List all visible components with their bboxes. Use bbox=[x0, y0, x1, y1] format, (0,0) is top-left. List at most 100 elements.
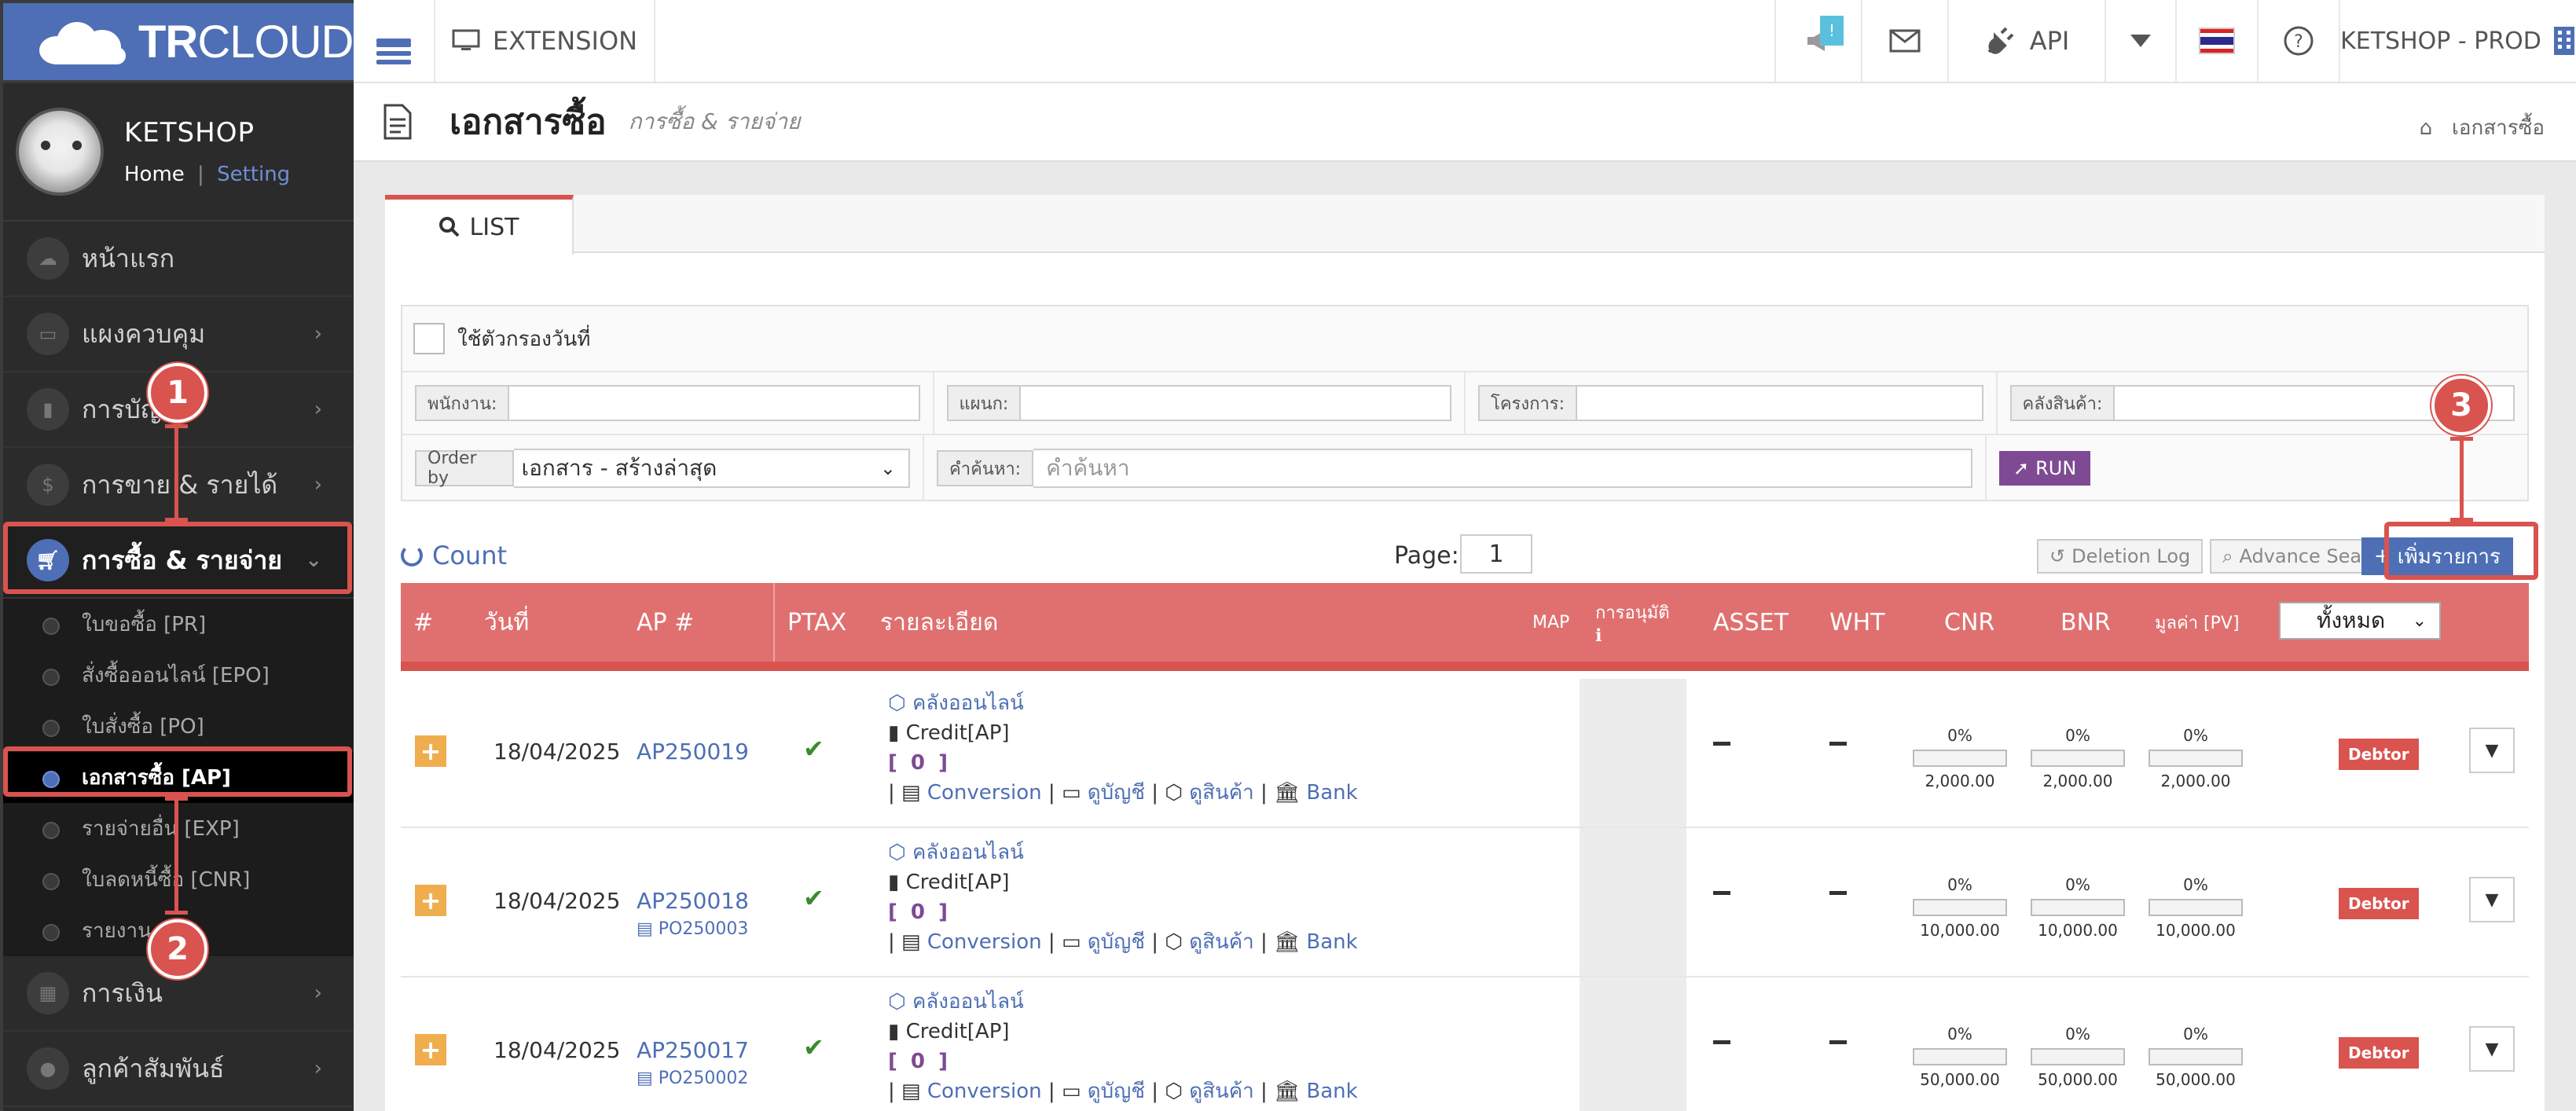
search-input[interactable]: คำค้นหา bbox=[1033, 449, 1972, 488]
warehouse-link[interactable]: คลังออนไลน์ bbox=[912, 691, 1024, 715]
run-button[interactable]: ➚ RUN bbox=[1999, 451, 2091, 486]
cube-icon: ⬡ bbox=[888, 990, 912, 1014]
company-selector[interactable]: KETSHOP - PROD bbox=[2340, 0, 2576, 82]
row-action-dropdown[interactable]: ▼ bbox=[2469, 728, 2515, 773]
expand-row-button[interactable]: + bbox=[415, 885, 446, 916]
status-filter-select[interactable]: ทั้งหมด ⌄ bbox=[2279, 602, 2441, 640]
cnr-progress: 0% 2,000.00 bbox=[1913, 726, 2007, 790]
table-row[interactable]: +18/04/2025 AP250019 ✔ ⬡ คลังออนไลน์ ▮ Credi… bbox=[401, 679, 2529, 828]
book-icon: ▮ bbox=[888, 871, 906, 894]
sidebar-toggle-button[interactable] bbox=[354, 0, 435, 82]
warehouse-link[interactable]: คลังออนไลน์ bbox=[912, 841, 1024, 864]
bank-link[interactable]: Bank bbox=[1306, 930, 1357, 954]
date-filter-checkbox[interactable] bbox=[413, 323, 445, 354]
pv-progress: 0% 10,000.00 bbox=[2149, 875, 2243, 940]
warehouse-link[interactable]: คลังออนไลน์ bbox=[912, 990, 1024, 1014]
pv-percent: 0% bbox=[2183, 1025, 2208, 1043]
submenu-item-ap[interactable]: เอกสารซื้อ [AP] bbox=[3, 752, 354, 803]
po-reference-link[interactable]: ▤ PO250002 bbox=[637, 1069, 748, 1088]
view-account-link[interactable]: ดูบัญชี bbox=[1088, 1080, 1145, 1103]
document-icon: ▤ bbox=[637, 919, 659, 939]
sidebar-item-home[interactable]: ☁ หน้าแรก bbox=[3, 222, 354, 297]
header-date[interactable]: วันที่ bbox=[484, 583, 529, 662]
sidebar-item-crm[interactable]: ● ลูกค้าสัมพันธ์ › bbox=[3, 1032, 354, 1107]
ap-number-link[interactable]: AP250019 bbox=[637, 739, 749, 764]
search-icon bbox=[439, 217, 459, 237]
calendar-icon: ▦ bbox=[27, 972, 69, 1014]
ap-number-link[interactable]: AP250017 bbox=[637, 1037, 749, 1063]
count-button[interactable]: Count bbox=[401, 541, 507, 570]
info-icon: ℹ bbox=[1595, 626, 1602, 646]
header-ap-number[interactable]: AP # bbox=[637, 583, 694, 662]
view-account-link[interactable]: ดูบัญชี bbox=[1088, 781, 1145, 805]
submenu-item-pr[interactable]: ใบขอซื้อ [PR] bbox=[3, 599, 354, 650]
conversion-link[interactable]: Conversion bbox=[927, 930, 1042, 954]
tab-list[interactable]: LIST bbox=[385, 195, 574, 255]
table-row[interactable]: +18/04/2025 AP250017 ▤ PO250002 ✔ ⬡ คลังออนไ… bbox=[401, 977, 2529, 1111]
submenu-item-epo[interactable]: สั่งซื้อออนไลน์ [EPO] bbox=[3, 650, 354, 701]
sidebar-item-label: ลูกค้าสัมพันธ์ bbox=[82, 1053, 225, 1084]
sidebar-item-dashboard[interactable]: ▭ แผงควบคุม › bbox=[3, 297, 354, 372]
document-icon: ▤ bbox=[637, 1069, 659, 1088]
header-wht: WHT bbox=[1829, 608, 1885, 636]
api-button[interactable]: API bbox=[1949, 0, 2106, 82]
mail-button[interactable] bbox=[1862, 0, 1949, 82]
bank-link[interactable]: Bank bbox=[1306, 781, 1357, 805]
hamburger-icon bbox=[376, 38, 411, 64]
po-reference-link[interactable]: ▤ PO250003 bbox=[637, 919, 748, 939]
conversion-link[interactable]: Conversion bbox=[927, 1080, 1042, 1103]
status-badge: Debtor bbox=[2339, 888, 2419, 919]
announcement-button[interactable]: ! bbox=[1776, 0, 1862, 82]
employee-input[interactable] bbox=[509, 385, 920, 421]
cnr-percent: 0% bbox=[1947, 875, 1972, 894]
conversion-link[interactable]: Conversion bbox=[927, 781, 1042, 805]
view-product-link[interactable]: ดูสินค้า bbox=[1189, 930, 1254, 954]
home-link[interactable]: Home bbox=[124, 163, 185, 186]
view-account-link[interactable]: ดูบัญชี bbox=[1088, 930, 1145, 954]
home-icon[interactable]: ⌂ bbox=[2420, 116, 2433, 140]
add-item-button[interactable]: + เพิ่มรายการ bbox=[2361, 537, 2513, 575]
setting-link[interactable]: Setting bbox=[217, 163, 290, 186]
sidebar-item-label: การขาย & รายได้ bbox=[82, 469, 278, 500]
sidebar-item-label: หน้าแรก bbox=[82, 243, 175, 273]
project-input[interactable] bbox=[1577, 385, 1983, 421]
expand-row-button[interactable]: + bbox=[415, 1034, 446, 1065]
api-label: API bbox=[2029, 26, 2070, 56]
order-by-select[interactable]: เอกสาร - สร้างล่าสุด ⌄ bbox=[513, 449, 910, 488]
row-date: 18/04/2025 bbox=[494, 1037, 621, 1063]
chevron-down-icon: ⌄ bbox=[305, 548, 322, 572]
pv-amount: 10,000.00 bbox=[2156, 921, 2236, 940]
department-input[interactable] bbox=[1021, 385, 1451, 421]
submenu-item-po[interactable]: ใบสั่งซื้อ [PO] bbox=[3, 701, 354, 752]
view-product-link[interactable]: ดูสินค้า bbox=[1189, 781, 1254, 805]
ap-number-link[interactable]: AP250018 bbox=[637, 888, 749, 914]
bank-link[interactable]: Bank bbox=[1306, 1080, 1357, 1103]
tab-label: LIST bbox=[469, 213, 519, 241]
avatar[interactable] bbox=[16, 108, 104, 196]
sidebar-item-label: การเงิน bbox=[82, 977, 163, 1008]
extension-button[interactable]: EXTENSION bbox=[435, 0, 655, 82]
date-filter-label: ใช้ตัวกรองวันที่ bbox=[457, 327, 591, 351]
submenu-item-cnr[interactable]: ใบลดหนี้ซื้อ [CNR] bbox=[3, 854, 354, 905]
monitor-icon: ▭ bbox=[1061, 1080, 1081, 1103]
users-icon: ● bbox=[27, 1047, 69, 1090]
language-button[interactable] bbox=[2177, 0, 2259, 82]
trcloud-logo[interactable]: TRCLOUD bbox=[0, 0, 354, 83]
page-input[interactable]: 1 bbox=[1460, 534, 1532, 574]
row-action-dropdown[interactable]: ▼ bbox=[2469, 1026, 2515, 1072]
sidebar-item-sales[interactable]: $ การขาย & รายได้ › bbox=[3, 448, 354, 523]
submenu-item-exp[interactable]: รายจ่ายอื่น [EXP] bbox=[3, 803, 354, 854]
pv-percent: 0% bbox=[2183, 726, 2208, 745]
check-icon: ✔ bbox=[803, 883, 824, 913]
help-button[interactable]: ? bbox=[2259, 0, 2340, 82]
row-action-dropdown[interactable]: ▼ bbox=[2469, 877, 2515, 922]
page-title: เอกสารซื้อ bbox=[450, 102, 607, 142]
list-icon: ▤ bbox=[901, 781, 921, 805]
view-product-link[interactable]: ดูสินค้า bbox=[1189, 1080, 1254, 1103]
more-dropdown-button[interactable] bbox=[2106, 0, 2177, 82]
expand-row-button[interactable]: + bbox=[415, 735, 446, 767]
sidebar-item-purchase[interactable]: 🛒︎ การซื้อ & รายจ่าย ⌄ bbox=[3, 523, 354, 599]
deletion-log-button[interactable]: ↺ Deletion Log bbox=[2037, 539, 2204, 574]
table-row[interactable]: +18/04/2025 AP250018 ▤ PO250003 ✔ ⬡ คลังออนไ… bbox=[401, 828, 2529, 977]
credit-label: Credit[AP] bbox=[905, 721, 1010, 745]
